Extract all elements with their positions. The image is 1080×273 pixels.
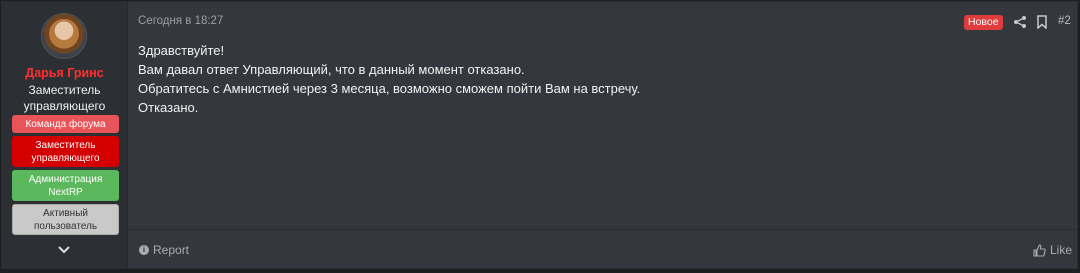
message-line: Здравствуйте! [138, 43, 225, 58]
info-icon: i [139, 245, 149, 255]
banner-label: Администрация [28, 173, 103, 185]
banner-label: Команда форума [25, 118, 106, 130]
banner-label: NextRP [48, 186, 83, 198]
message-line: Отказано. [138, 100, 199, 115]
banner-active-user: Активный пользователь [12, 204, 119, 235]
post-number[interactable]: #2 [1058, 15, 1071, 27]
banner-deputy-manager: Заместитель управляющего [12, 136, 119, 167]
user-sidebar: Дарья Гринс Заместитель управляющего Ком… [2, 2, 128, 268]
banner-administration: Администрация NextRP [12, 170, 119, 201]
banner-label: управляющего [31, 152, 100, 164]
banner-label: пользователь [33, 220, 98, 232]
chevron-down-icon[interactable] [56, 242, 72, 258]
like-button[interactable]: Like [1033, 243, 1072, 257]
report-label: Report [153, 243, 190, 257]
bookmark-icon[interactable] [1036, 15, 1048, 29]
footer-divider [128, 229, 1077, 230]
banner-forum-team: Команда форума [12, 115, 119, 133]
thumbs-up-icon [1033, 243, 1046, 257]
banner-label: Заместитель [35, 139, 96, 151]
user-title-line2: управляющего [23, 99, 106, 113]
post-body: Здравствуйте! Вам давал ответ Управляющи… [138, 41, 1038, 117]
forum-post: Дарья Гринс Заместитель управляющего Ком… [1, 1, 1078, 269]
user-title: Заместитель управляющего [2, 82, 127, 114]
message-line: Обратитесь с Амнистией через 3 месяца, в… [138, 81, 641, 96]
username[interactable]: Дарья Гринс [2, 66, 127, 80]
user-title-line1: Заместитель [28, 83, 101, 97]
banner-label: Активный [43, 207, 88, 219]
post-date[interactable]: Сегодня в 18:27 [138, 15, 223, 27]
message-line: Вам давал ответ Управляющий, что в данны… [138, 62, 525, 77]
share-icon[interactable] [1013, 15, 1027, 29]
report-button[interactable]: i Report [139, 243, 189, 257]
new-badge: Новое [964, 15, 1003, 30]
like-label: Like [1050, 243, 1073, 257]
avatar[interactable] [42, 14, 86, 58]
